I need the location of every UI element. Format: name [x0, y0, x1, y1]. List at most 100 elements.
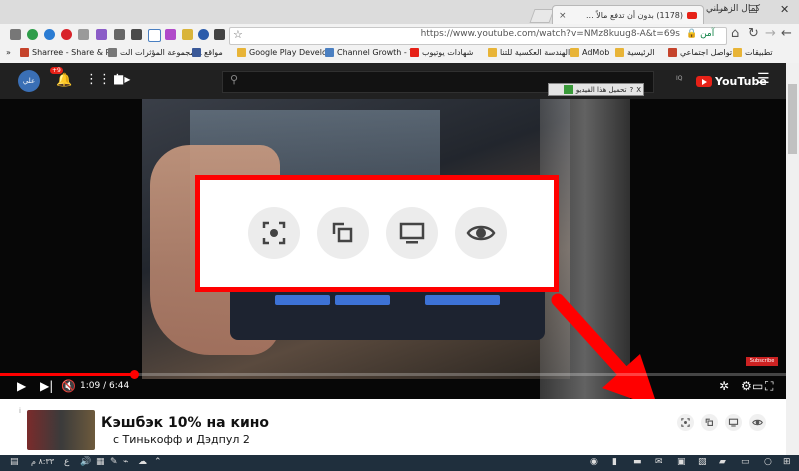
tray-arrow-icon[interactable]: ⌃	[154, 457, 162, 467]
ad-title[interactable]: Кэшбэк 10% на кино	[101, 415, 269, 431]
bookmark-item[interactable]: Google Play Develop	[237, 48, 332, 57]
extension-dark-icon[interactable]	[131, 29, 142, 40]
ad-subtitle: с Тинькофф и Дэдпул 2	[113, 433, 250, 446]
file-explorer-icon[interactable]: ▬	[633, 457, 642, 467]
close-window-button[interactable]: ✕	[780, 3, 789, 16]
photos-icon[interactable]: ▧	[698, 457, 707, 467]
bookmark-item[interactable]: الرئيسية	[615, 48, 655, 57]
play-button[interactable]: ▶	[17, 379, 26, 393]
eye-icon	[752, 419, 763, 426]
bookmark-item[interactable]: Sharree - Share & P	[20, 48, 110, 57]
monitor-icon	[728, 418, 739, 427]
store-icon[interactable]: ▣	[677, 457, 686, 467]
notifications-bell-icon[interactable]: 🔔	[56, 73, 72, 88]
extension-gray-icon[interactable]	[78, 29, 89, 40]
avatar[interactable]: علي	[18, 70, 40, 92]
usb-icon[interactable]: ⌁	[123, 457, 128, 467]
copy-frame-button[interactable]	[317, 207, 369, 259]
extension-check-icon[interactable]	[114, 29, 125, 40]
bookmark-item[interactable]: تواصل اجتماعي	[668, 48, 732, 57]
menu-dots-icon[interactable]	[10, 29, 21, 40]
bookmark-item[interactable]: الهندسة العكسية للتنا	[488, 48, 570, 57]
extension-purple-icon[interactable]	[165, 29, 176, 40]
bookmark-item[interactable]: Channel Growth - Yo	[325, 48, 418, 57]
bookmark-item[interactable]: AdMob	[570, 48, 609, 57]
video-phone-button	[425, 295, 500, 305]
taskbar-clock[interactable]: ٨:٣٣ م	[31, 457, 54, 466]
monitor-icon	[399, 222, 425, 244]
task-view-icon[interactable]: ▭	[741, 457, 750, 467]
bookmark-favicon-icon	[108, 48, 117, 57]
download-close-icon[interactable]: X	[636, 86, 641, 94]
folder-icon	[237, 48, 246, 57]
upload-video-icon[interactable]: ■▸	[113, 72, 130, 86]
youtube-favicon-icon	[687, 12, 697, 19]
cortana-search-icon[interactable]: ○	[764, 457, 772, 467]
fullscreen-icon[interactable]: ⛶	[765, 379, 773, 394]
ad-thumbnail[interactable]	[27, 410, 95, 450]
screenshot-mini-button[interactable]	[677, 414, 694, 431]
mail-icon[interactable]: ✉	[655, 457, 663, 467]
settings-gear-icon[interactable]: ⚙	[741, 379, 752, 393]
bookmark-item[interactable]: تطبيقات	[733, 48, 773, 57]
search-icon[interactable]: ⚲	[230, 73, 238, 86]
copy-frame-icon	[332, 222, 353, 243]
extension-folder-icon[interactable]	[182, 29, 193, 40]
copy-frame-mini-button[interactable]	[701, 414, 718, 431]
pen-tray-icon[interactable]: ✎	[110, 457, 118, 467]
chrome-taskbar-icon[interactable]: ◉	[590, 457, 598, 467]
scrollbar-thumb[interactable]	[788, 84, 797, 154]
screenshot-icon	[681, 418, 690, 427]
bookmark-item[interactable]: شهادات يوتيوب	[410, 48, 473, 57]
download-help-icon[interactable]: ?	[629, 86, 633, 94]
start-button[interactable]: ⊞	[783, 457, 791, 467]
extension-last-icon[interactable]	[214, 29, 225, 40]
extension-pinterest-icon[interactable]	[61, 29, 72, 40]
secure-label: 🔒 آمن	[686, 29, 715, 39]
network-icon[interactable]: ▦	[96, 457, 105, 467]
browser-tab[interactable]: (1178) بدون أن تدفع مالاً ... ×	[552, 5, 704, 25]
ad-info-icon[interactable]: i	[19, 407, 21, 415]
extension-grammarly-icon[interactable]	[27, 29, 38, 40]
extension-square-icon[interactable]	[148, 29, 161, 42]
minimize-button[interactable]: —	[713, 3, 724, 16]
input-language[interactable]: ع	[64, 457, 69, 467]
maximize-button[interactable]: ☐	[748, 3, 758, 16]
video-phone-button	[335, 295, 390, 305]
home-icon[interactable]: ⌂	[731, 26, 739, 41]
taskbar-app-icon[interactable]: ▮	[612, 457, 617, 467]
highlighted-icon-box	[195, 175, 559, 292]
bookmark-item[interactable]: مجموعة المؤثرات الت...	[108, 48, 202, 57]
volume-muted-icon: 🔇	[61, 379, 76, 393]
bookmark-item[interactable]: مواقع	[192, 48, 223, 57]
url-text[interactable]: https://www.youtube.com/watch?v=NMz8kuug…	[240, 29, 680, 39]
action-center-icon[interactable]: ▤	[10, 457, 19, 467]
video-phone-button	[275, 295, 330, 305]
bookmarks-more[interactable]: »	[6, 48, 11, 57]
folder-taskbar-icon[interactable]: ▰	[719, 457, 726, 467]
extension-pen-icon[interactable]	[96, 29, 107, 40]
time-display: 1:09 / 6:44	[80, 381, 130, 391]
next-button[interactable]: ▶|	[40, 379, 53, 393]
forward-icon[interactable]: →	[765, 26, 776, 41]
extension-globe-icon[interactable]	[198, 29, 209, 40]
download-video-bar[interactable]: X ? تحميل هذا الفيديو	[548, 83, 644, 96]
screen-cast-mini-button[interactable]	[725, 414, 742, 431]
subscribe-watermark[interactable]: Subscribe	[746, 357, 778, 366]
reload-icon[interactable]: ↻	[748, 26, 759, 41]
screenshot-button[interactable]	[248, 207, 300, 259]
hamburger-menu-icon[interactable]: ☰	[757, 71, 770, 87]
theater-mode-icon[interactable]: ▭	[752, 379, 763, 393]
autoplay-toggle[interactable]: ✲	[719, 379, 729, 393]
screen-cast-button[interactable]	[386, 207, 438, 259]
youtube-favicon-icon	[410, 48, 419, 57]
tab-close-icon[interactable]: ×	[559, 11, 567, 21]
back-icon[interactable]: ←	[781, 26, 792, 41]
view-mode-mini-button[interactable]	[749, 414, 766, 431]
cloud-icon[interactable]: ☁	[138, 457, 147, 467]
mute-button[interactable]: 🔇	[61, 379, 76, 393]
volume-icon[interactable]: 🔊	[80, 457, 91, 467]
extension-blue-icon[interactable]	[44, 29, 55, 40]
view-mode-button[interactable]	[455, 207, 507, 259]
country-code: IQ	[676, 75, 683, 82]
